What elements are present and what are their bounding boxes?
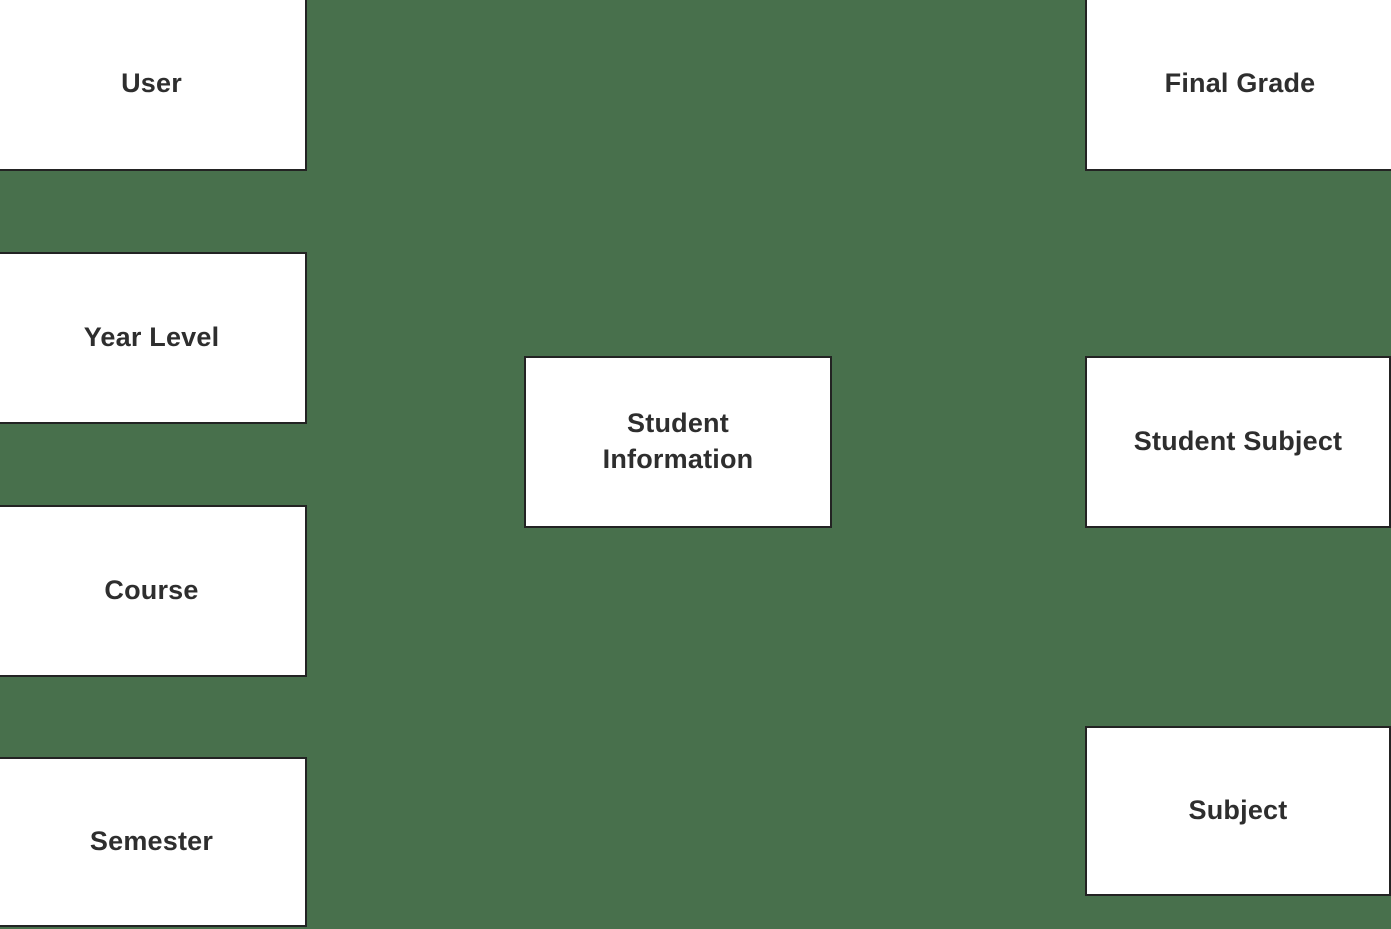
entity-box-year-level[interactable]: Year Level	[0, 252, 307, 424]
diagram-canvas: User Year Level Course Semester Student …	[0, 0, 1391, 929]
entity-label-final-grade: Final Grade	[1164, 67, 1316, 98]
entity-label-year-level: Year Level	[83, 322, 220, 353]
entity-label-student-information: Student Information	[602, 408, 754, 474]
entity-label-subject: Subject	[1188, 795, 1288, 826]
entity-label-student-subject: Student Subject	[1133, 426, 1343, 457]
entity-box-final-grade[interactable]: Final Grade	[1085, 0, 1391, 171]
entity-label-semester: Semester	[89, 826, 214, 857]
entity-box-course[interactable]: Course	[0, 505, 307, 677]
entity-box-user[interactable]: User	[0, 0, 307, 171]
entity-box-subject[interactable]: Subject	[1085, 726, 1391, 896]
entity-label-user: User	[121, 67, 182, 98]
entity-box-student-information[interactable]: Student Information	[524, 356, 832, 528]
entity-box-student-subject[interactable]: Student Subject	[1085, 356, 1391, 528]
entity-label-course: Course	[104, 575, 199, 606]
entity-box-semester[interactable]: Semester	[0, 757, 307, 927]
